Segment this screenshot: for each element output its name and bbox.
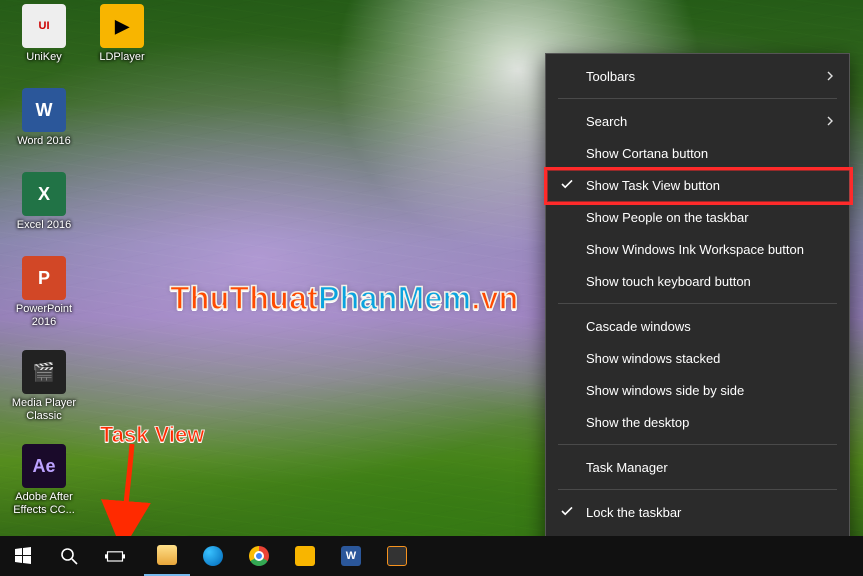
context-menu-label: Search [586, 114, 627, 129]
taskbar-app-edge[interactable] [190, 536, 236, 576]
context-menu-item[interactable]: Search [546, 105, 849, 137]
ldplayer-icon [295, 546, 315, 566]
context-menu-item[interactable]: Show Cortana button [546, 137, 849, 169]
app-icon: P [22, 256, 66, 300]
desktop-icon-label: Word 2016 [6, 135, 82, 148]
context-menu-label: Toolbars [586, 69, 635, 84]
context-menu-separator [558, 444, 837, 445]
context-menu-item[interactable]: Show windows stacked [546, 342, 849, 374]
edge-icon [203, 546, 223, 566]
chevron-right-icon [825, 114, 835, 129]
desktop-icon-label: PowerPoint 2016 [6, 303, 82, 329]
task-view-button[interactable] [92, 536, 138, 576]
context-menu-label: Show windows side by side [586, 383, 744, 398]
context-menu-label: Cascade windows [586, 319, 691, 334]
chevron-right-icon [825, 69, 835, 84]
chrome-icon [249, 546, 269, 566]
context-menu-item[interactable]: Show the desktop [546, 406, 849, 438]
word-icon: W [341, 546, 361, 566]
context-menu-label: Task Manager [586, 460, 668, 475]
context-menu-item[interactable]: Lock the taskbar [546, 496, 849, 528]
vmware-icon [387, 546, 407, 566]
context-menu-label: Show Windows Ink Workspace button [586, 242, 804, 257]
context-menu-item[interactable]: Show windows side by side [546, 374, 849, 406]
desktop-icon-label: Excel 2016 [6, 219, 82, 232]
context-menu-label: Show Cortana button [586, 146, 708, 161]
app-icon: W [22, 88, 66, 132]
desktop-icon-unikey[interactable]: UI UniKey [6, 4, 82, 64]
desktop-icon-label: Media Player Classic [6, 397, 82, 423]
desktop-icon-powerpoint[interactable]: P PowerPoint 2016 [6, 256, 82, 329]
app-icon: 🎬 [22, 350, 66, 394]
annotation-arrow-taskview [108, 440, 148, 543]
app-icon: UI [22, 4, 66, 48]
context-menu-label: Show windows stacked [586, 351, 720, 366]
desktop-icon-label: Adobe After Effects CC... [6, 491, 82, 517]
search-icon [59, 546, 79, 566]
windows-icon [13, 546, 33, 566]
desktop-icon-excel[interactable]: X Excel 2016 [6, 172, 82, 232]
context-menu-label: Show touch keyboard button [586, 274, 751, 289]
taskbar[interactable]: W [0, 536, 863, 576]
context-menu-item[interactable]: Show People on the taskbar [546, 201, 849, 233]
search-button[interactable] [46, 536, 92, 576]
context-menu-item[interactable]: Cascade windows [546, 310, 849, 342]
check-icon [560, 504, 574, 521]
taskbar-app-chrome[interactable] [236, 536, 282, 576]
start-button[interactable] [0, 536, 46, 576]
context-menu-label: Show People on the taskbar [586, 210, 749, 225]
context-menu-item[interactable]: Task Manager [546, 451, 849, 483]
taskbar-app-vmware[interactable] [374, 536, 420, 576]
context-menu-separator [558, 98, 837, 99]
context-menu-separator [558, 303, 837, 304]
taskbar-app-explorer[interactable] [144, 536, 190, 576]
app-icon: X [22, 172, 66, 216]
file-explorer-icon [157, 545, 177, 565]
desktop-icon-label: UniKey [6, 51, 82, 64]
context-menu-item[interactable]: Show touch keyboard button [546, 265, 849, 297]
taskbar-context-menu[interactable]: ToolbarsSearchShow Cortana buttonShow Ta… [545, 53, 850, 567]
taskbar-app-word[interactable]: W [328, 536, 374, 576]
desktop-icon-aftereffects[interactable]: Ae Adobe After Effects CC... [6, 444, 82, 517]
desktop-icon-word[interactable]: W Word 2016 [6, 88, 82, 148]
annotation-highlight [544, 167, 853, 205]
watermark-text: ThuThuatPhanMem.vn [170, 280, 519, 317]
desktop-icon-label: LDPlayer [84, 51, 160, 64]
context-menu-separator [558, 489, 837, 490]
desktop-icon-mpc[interactable]: 🎬 Media Player Classic [6, 350, 82, 423]
desktop-icon-ldplayer[interactable]: ▶ LDPlayer [84, 4, 160, 64]
task-view-icon [105, 546, 125, 566]
context-menu-item[interactable]: Toolbars [546, 60, 849, 92]
context-menu-item[interactable]: Show Windows Ink Workspace button [546, 233, 849, 265]
context-menu-label: Lock the taskbar [586, 505, 681, 520]
taskbar-app-ldplayer[interactable] [282, 536, 328, 576]
context-menu-label: Show the desktop [586, 415, 689, 430]
app-icon: ▶ [100, 4, 144, 48]
app-icon: Ae [22, 444, 66, 488]
